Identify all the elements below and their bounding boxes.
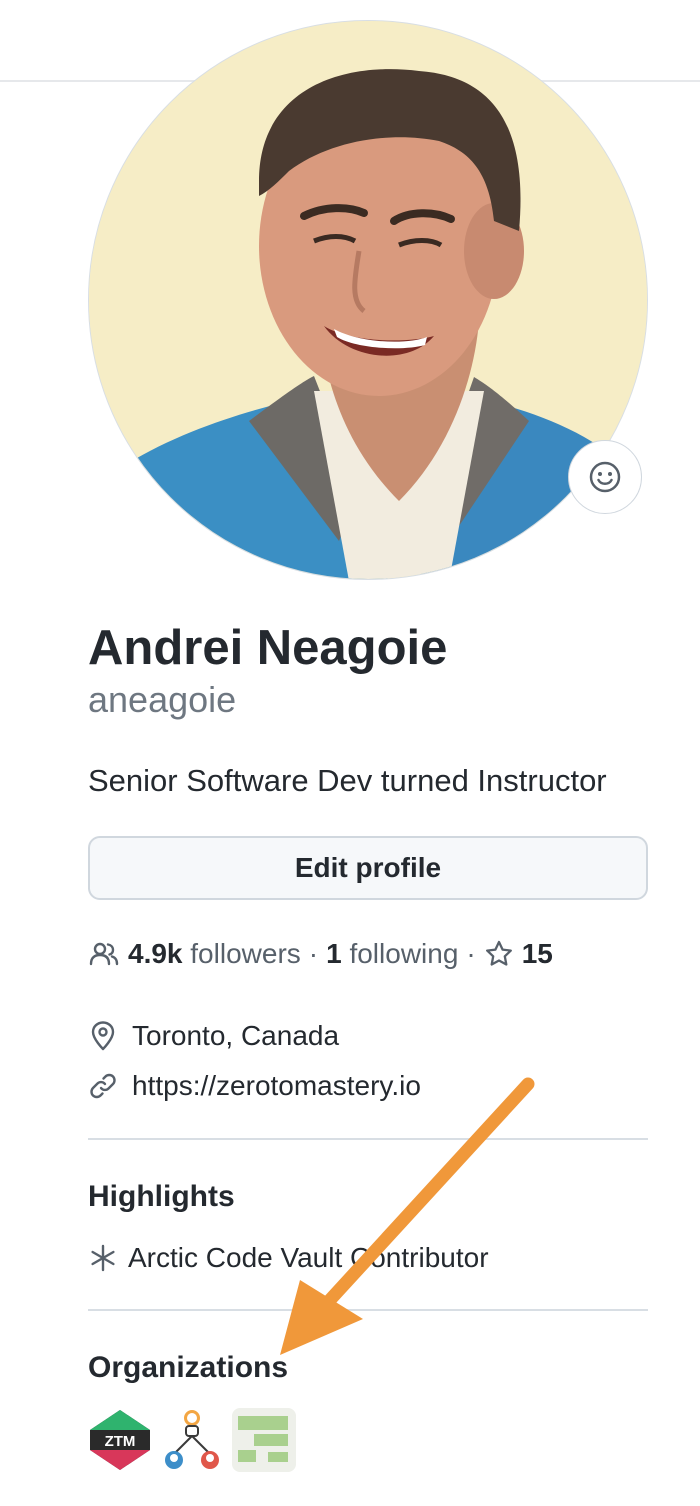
smiley-icon <box>589 461 621 493</box>
section-divider <box>88 1138 648 1140</box>
ztm-badge-text: ZTM <box>105 1433 136 1450</box>
highlights-title: Highlights <box>88 1180 235 1213</box>
people-network-org-logo <box>160 1408 224 1472</box>
profile-username: aneagoie <box>88 679 237 720</box>
org-ztm-link[interactable]: ZTM <box>88 1408 152 1472</box>
separator-dot: · <box>466 938 476 969</box>
location-item: Toronto, Canada <box>88 1016 339 1056</box>
following-label: following <box>349 938 459 969</box>
following-link[interactable]: 1 following <box>326 938 458 970</box>
edit-profile-button[interactable]: Edit profile <box>88 836 648 900</box>
highlight-item: Arctic Code Vault Contributor <box>88 1238 489 1278</box>
social-stats: 4.9k followers · 1 following · 15 <box>88 934 553 974</box>
website-item: https://zerotomastery.io <box>88 1066 421 1106</box>
following-count: 1 <box>326 938 342 969</box>
star-icon <box>485 940 512 966</box>
organizations-list: ZTM <box>88 1408 296 1472</box>
followers-label: followers <box>190 938 301 969</box>
location-pin-icon <box>91 1021 115 1051</box>
website-link[interactable]: https://zerotomastery.io <box>132 1070 421 1102</box>
green-blocks-org-logo <box>232 1408 296 1472</box>
section-divider <box>88 1309 648 1311</box>
org-blocks-link[interactable] <box>232 1408 296 1472</box>
avatar-photo <box>89 21 647 579</box>
profile-avatar[interactable] <box>88 20 648 580</box>
organizations-title: Organizations <box>88 1351 289 1384</box>
stars-count: 15 <box>521 938 553 969</box>
snowflake-icon <box>91 1244 115 1272</box>
set-status-button[interactable] <box>568 440 642 514</box>
separator-dot: · <box>308 938 319 969</box>
link-icon <box>90 1073 116 1099</box>
highlight-label: Arctic Code Vault Contributor <box>128 1242 489 1273</box>
ztm-org-logo: ZTM <box>88 1408 152 1472</box>
profile-full-name: Andrei Neagoie <box>88 621 448 675</box>
profile-bio: Senior Software Dev turned Instructor <box>88 763 607 798</box>
followers-link[interactable]: 4.9k followers <box>128 938 301 970</box>
stars-link[interactable]: 15 <box>484 938 553 970</box>
followers-count: 4.9k <box>128 938 183 969</box>
people-icon <box>89 942 119 966</box>
org-network-link[interactable] <box>160 1408 224 1472</box>
location-text: Toronto, Canada <box>132 1020 340 1051</box>
